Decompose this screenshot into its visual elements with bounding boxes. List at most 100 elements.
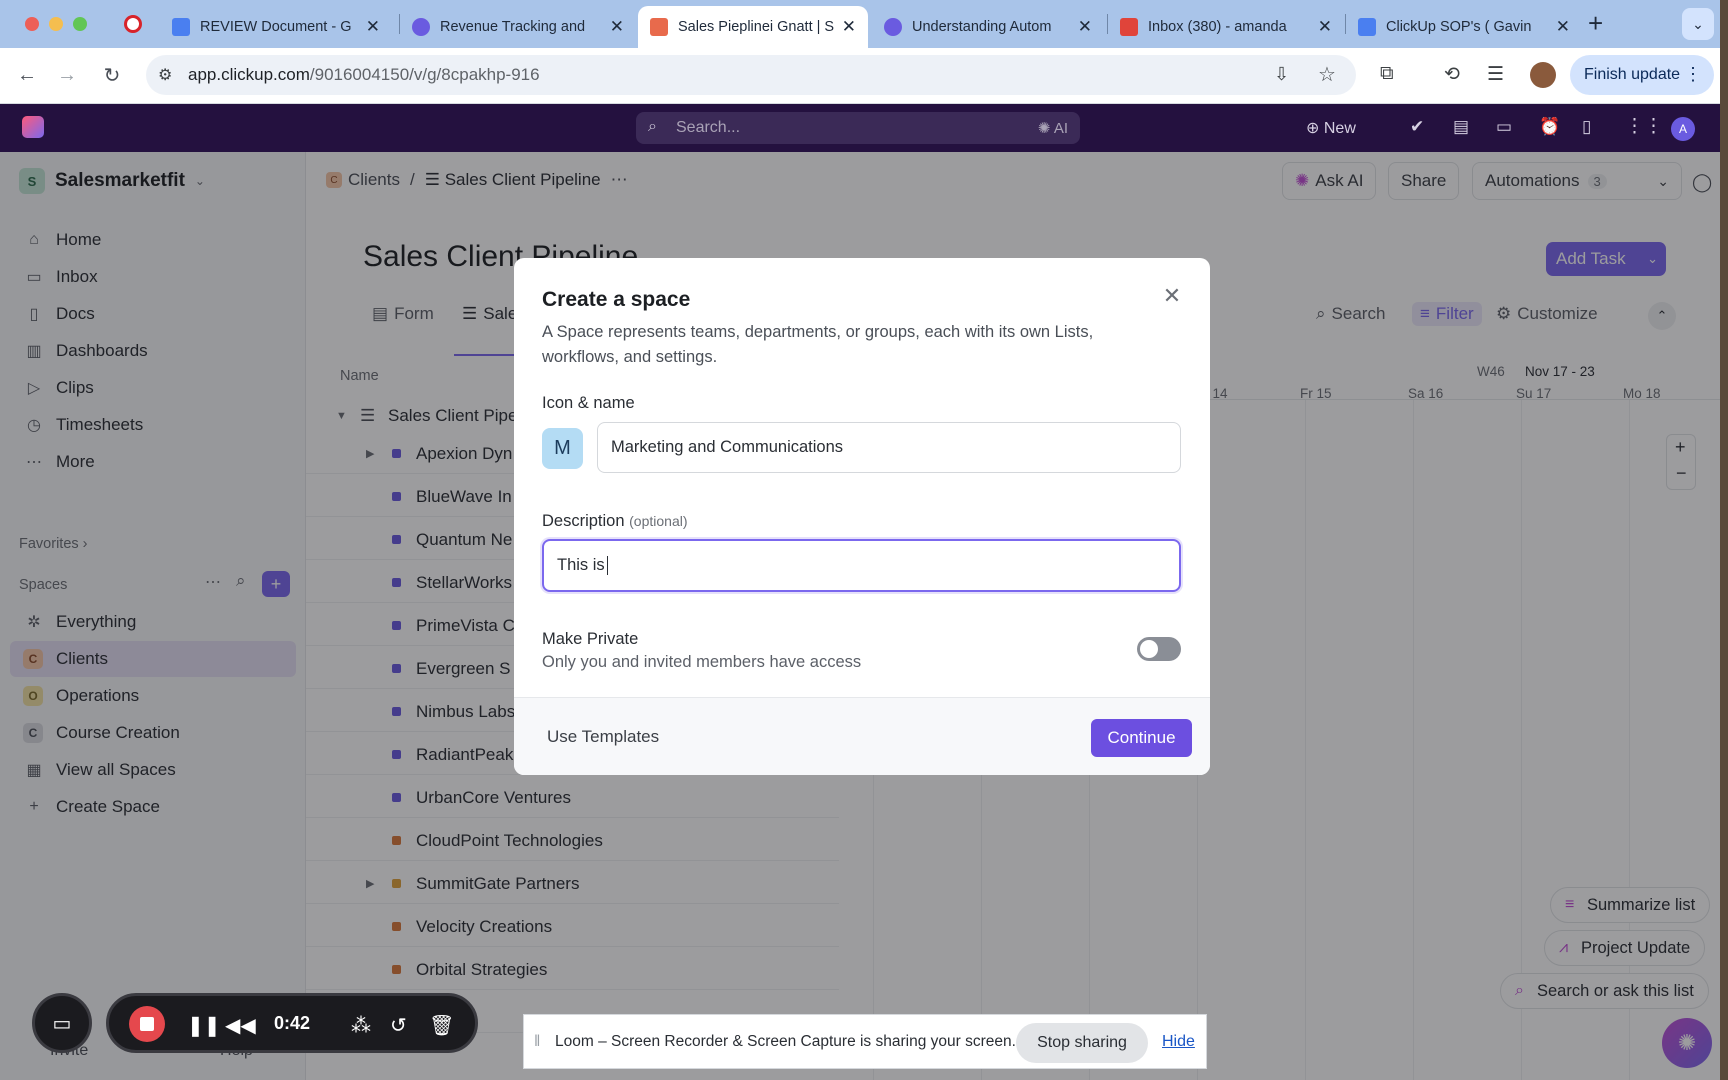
- tab-title: Understanding Autom: [912, 19, 1052, 35]
- url-path: /9016004150/v/g/8cpakhp-916: [309, 65, 540, 84]
- use-templates-button[interactable]: Use Templates: [547, 727, 659, 747]
- new-button[interactable]: ⊕ New: [1306, 118, 1356, 138]
- browser-tab-active[interactable]: Sales Pieplinei Gnatt | S ✕: [638, 6, 868, 48]
- tab-search-icon[interactable]: ⌄: [1682, 8, 1714, 40]
- clickup-favicon-icon: [650, 18, 668, 36]
- apps-grid-icon[interactable]: ⋮⋮: [1625, 115, 1663, 138]
- video-icon[interactable]: ▭: [1496, 117, 1512, 137]
- search-icon: ⌕: [648, 118, 657, 135]
- description-label-row: Description (optional): [542, 512, 688, 531]
- tab-close-icon[interactable]: ✕: [842, 17, 856, 37]
- dialog-subtitle: A Space represents teams, departments, o…: [542, 323, 1094, 366]
- screen-share-notification: ‖ Loom – Screen Recorder & Screen Captur…: [523, 1014, 1207, 1069]
- global-search-input[interactable]: ⌕ Search... ✺ AI: [636, 112, 1080, 144]
- browser-tab[interactable]: REVIEW Document - G ✕: [160, 6, 392, 48]
- toggle-knob: [1140, 640, 1158, 658]
- restart-icon[interactable]: ↺: [390, 1013, 407, 1038]
- ai-search-button[interactable]: ✺ AI: [1038, 119, 1068, 137]
- clickup-favicon-icon: [884, 18, 902, 36]
- browser-toolbar: ← → ↻ ⚙ app.clickup.com/9016004150/v/g/8…: [0, 48, 1720, 104]
- new-label: New: [1323, 120, 1356, 137]
- menu-dots-icon[interactable]: ⋮: [1684, 64, 1702, 85]
- reload-icon[interactable]: ↻: [97, 60, 127, 90]
- stop-sharing-button[interactable]: Stop sharing: [1016, 1023, 1148, 1063]
- check-icon[interactable]: ✔: [1410, 117, 1424, 137]
- browser-tab[interactable]: Inbox (380) - amanda ✕: [1108, 6, 1344, 48]
- window-minimize-icon[interactable]: [49, 17, 63, 31]
- optional-hint: (optional): [629, 513, 688, 529]
- loom-camera-button[interactable]: ▭: [32, 993, 92, 1053]
- tab-close-icon[interactable]: ✕: [1556, 17, 1570, 37]
- tab-title: Inbox (380) - amanda: [1148, 19, 1287, 35]
- hide-link[interactable]: Hide: [1162, 1033, 1195, 1051]
- media-control-icon[interactable]: ☰: [1487, 63, 1504, 86]
- browser-tab[interactable]: Understanding Autom ✕: [872, 6, 1104, 48]
- clickup-favicon-icon: [412, 18, 430, 36]
- install-app-icon[interactable]: ⇩: [1274, 64, 1289, 85]
- tab-close-icon[interactable]: ✕: [366, 17, 380, 37]
- extension-icon[interactable]: ⟲: [1444, 63, 1460, 86]
- url-host: app.clickup.com: [188, 65, 310, 84]
- rewind-icon[interactable]: ◀◀: [225, 1013, 256, 1038]
- alarm-icon[interactable]: ⏰: [1539, 117, 1560, 137]
- make-private-description: Only you and invited members have access: [542, 653, 862, 671]
- camera-icon: ▭: [52, 1012, 72, 1035]
- dialog-title: Create a space: [542, 288, 691, 311]
- tab-close-icon[interactable]: ✕: [1318, 17, 1332, 37]
- clickup-topbar: ⌕ Search... ✺ AI ⊕ New ✔ ▤ ▭ ⏰ ▯ ⋮⋮ A: [0, 104, 1720, 152]
- user-avatar[interactable]: A: [1671, 117, 1695, 141]
- create-space-dialog: Create a space ✕ A Space represents team…: [514, 258, 1210, 775]
- forward-icon[interactable]: →: [52, 60, 82, 90]
- finish-update-label: Finish update: [1584, 66, 1681, 83]
- pause-icon[interactable]: ❚❚: [187, 1013, 221, 1038]
- text-cursor: [606, 556, 608, 575]
- search-placeholder: Search...: [676, 119, 741, 136]
- window-zoom-icon[interactable]: [73, 17, 87, 31]
- extensions-icon[interactable]: ⧉: [1380, 63, 1394, 85]
- address-bar[interactable]: ⚙ app.clickup.com/9016004150/v/g/8cpakhp…: [146, 55, 1356, 95]
- recording-timer: 0:42: [274, 1013, 311, 1033]
- document-favicon-icon: [172, 18, 190, 36]
- make-private-label: Make Private: [542, 630, 639, 648]
- document-favicon-icon: [1358, 18, 1376, 36]
- doc-icon[interactable]: ▯: [1582, 117, 1591, 137]
- new-tab-icon[interactable]: +: [1588, 8, 1603, 39]
- tab-title: REVIEW Document - G: [200, 19, 352, 35]
- tab-title: Sales Pieplinei Gnatt | S: [678, 19, 835, 35]
- dialog-footer: Use Templates Continue: [514, 697, 1210, 775]
- window-close-icon[interactable]: [25, 17, 39, 31]
- stop-recording-button[interactable]: [129, 1006, 165, 1042]
- description-value: This is: [557, 556, 605, 574]
- continue-button[interactable]: Continue: [1091, 719, 1192, 757]
- back-icon[interactable]: ←: [12, 60, 42, 90]
- notepad-icon[interactable]: ▤: [1453, 117, 1469, 137]
- tab-close-icon[interactable]: ✕: [610, 17, 624, 37]
- finish-update-button[interactable]: Finish update ⋮: [1570, 55, 1714, 95]
- bookmark-star-icon[interactable]: ☆: [1318, 62, 1336, 87]
- site-settings-icon[interactable]: ⚙: [158, 65, 172, 85]
- icon-name-label: Icon & name: [542, 394, 635, 412]
- tab-title: ClickUp SOP's ( Gavin: [1386, 19, 1532, 35]
- stop-icon: [140, 1017, 154, 1031]
- space-icon-picker[interactable]: M: [542, 428, 583, 469]
- clickup-logo-icon[interactable]: [22, 116, 44, 138]
- share-message: Loom – Screen Recorder & Screen Capture …: [555, 1032, 1016, 1050]
- loom-control-bar: ❚❚ ◀◀ 0:42 ⁂ ↺ 🗑: [106, 993, 478, 1053]
- tab-title: Revenue Tracking and: [440, 19, 586, 35]
- make-private-toggle[interactable]: [1137, 637, 1181, 661]
- gmail-favicon-icon: [1120, 18, 1138, 36]
- close-icon[interactable]: ✕: [1160, 283, 1184, 308]
- delete-icon[interactable]: 🗑: [429, 1013, 454, 1038]
- ai-label: AI: [1053, 120, 1068, 137]
- browser-tab[interactable]: Revenue Tracking and ✕: [400, 6, 636, 48]
- drag-handle-icon[interactable]: ‖: [534, 1033, 540, 1051]
- record-indicator-icon: [124, 15, 142, 33]
- browser-tab-strip: REVIEW Document - G ✕ Revenue Tracking a…: [0, 0, 1720, 48]
- description-input[interactable]: This is: [542, 539, 1181, 592]
- space-name-input[interactable]: Marketing and Communications: [597, 422, 1181, 473]
- drawing-icon[interactable]: ⁂: [351, 1013, 371, 1038]
- browser-tab[interactable]: ClickUp SOP's ( Gavin ✕: [1346, 6, 1582, 48]
- tab-close-icon[interactable]: ✕: [1078, 17, 1092, 37]
- description-label: Description: [542, 512, 625, 530]
- profile-avatar[interactable]: [1530, 62, 1556, 88]
